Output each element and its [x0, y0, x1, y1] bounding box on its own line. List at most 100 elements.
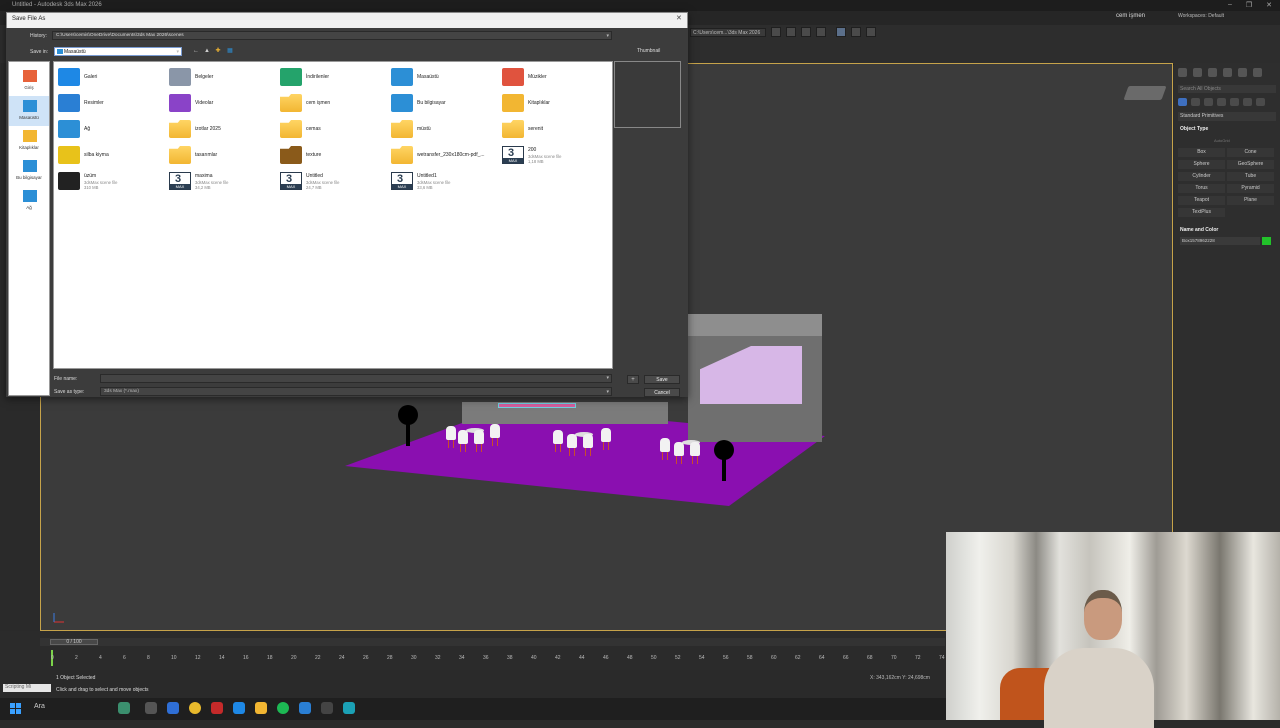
- file-item[interactable]: serenit: [500, 118, 610, 140]
- spacewarps-icon[interactable]: [1243, 98, 1252, 106]
- place-computer[interactable]: Bu bilgisayar: [9, 156, 49, 186]
- cancel-button[interactable]: Cancel: [644, 388, 680, 397]
- place-network[interactable]: Ağ: [9, 186, 49, 216]
- motion-tab-icon[interactable]: [1223, 68, 1232, 77]
- shapes-icon[interactable]: [1191, 98, 1200, 106]
- file-item[interactable]: müstü: [389, 118, 499, 140]
- file-item[interactable]: Untitled13dsMax scene file33,6 MB: [389, 170, 499, 192]
- name-color-rollout[interactable]: Name and Color: [1180, 227, 1218, 233]
- object-name-input[interactable]: Box1578962228: [1180, 237, 1260, 245]
- close-app-button[interactable]: ✕: [1266, 1, 1272, 9]
- toolbar-move-icon[interactable]: [851, 27, 861, 37]
- place-libraries[interactable]: Kitaplıklar: [9, 126, 49, 156]
- autogrid-checkbox[interactable]: AutoGrid: [1214, 138, 1230, 143]
- file-item[interactable]: Resimler: [56, 92, 166, 114]
- file-item[interactable]: texture: [278, 144, 388, 166]
- new-folder-icon[interactable]: ✚: [214, 48, 222, 55]
- save-in-dropdown[interactable]: Masaüstü ▾: [54, 47, 182, 56]
- taskbar-settings-icon[interactable]: [321, 702, 333, 714]
- place-desktop[interactable]: Masaüstü: [9, 96, 49, 126]
- file-item[interactable]: Videolar: [167, 92, 277, 114]
- toolbar-redo-icon[interactable]: [786, 27, 796, 37]
- file-item[interactable]: izotlar 2025: [167, 118, 277, 140]
- maximize-button[interactable]: ❐: [1246, 1, 1252, 9]
- file-item[interactable]: Kitaplıklar: [500, 92, 610, 114]
- file-item[interactable]: Galeri: [56, 66, 166, 88]
- file-item[interactable]: Untitled3dsMax scene file24,7 MB: [278, 170, 388, 192]
- box-button[interactable]: Box: [1178, 148, 1225, 157]
- cylinder-button[interactable]: Cylinder: [1178, 172, 1225, 181]
- utilities-tab-icon[interactable]: [1253, 68, 1262, 77]
- taskbar-taskview-icon[interactable]: [145, 702, 157, 714]
- toolbar-unlink-icon[interactable]: [816, 27, 826, 37]
- helpers-icon[interactable]: [1230, 98, 1239, 106]
- sphere-button[interactable]: Sphere: [1178, 160, 1225, 169]
- torus-button[interactable]: Torus: [1178, 184, 1225, 193]
- file-item[interactable]: maxima3dsMax scene file34,2 MB: [167, 170, 277, 192]
- taskbar-widgets-icon[interactable]: [118, 702, 130, 714]
- increment-filename-button[interactable]: +: [627, 375, 639, 384]
- display-tab-icon[interactable]: [1238, 68, 1247, 77]
- file-item[interactable]: İndirilenler: [278, 66, 388, 88]
- taskbar-search[interactable]: Ara: [34, 703, 45, 710]
- cone-button[interactable]: Cone: [1227, 148, 1274, 157]
- taskbar-opera-icon[interactable]: [211, 702, 223, 714]
- file-list[interactable]: Galeri Belgeler İndirilenler Masaüstü Müzikl…: [53, 61, 613, 369]
- modify-tab-icon[interactable]: [1193, 68, 1202, 77]
- tube-button[interactable]: Tube: [1227, 172, 1274, 181]
- create-tab-icon[interactable]: [1178, 68, 1187, 77]
- save-as-type-select[interactable]: 3ds Max (*.max) ▾: [100, 387, 612, 396]
- file-item[interactable]: cemas: [278, 118, 388, 140]
- toolbar-link-icon[interactable]: [801, 27, 811, 37]
- primitive-category-select[interactable]: Standard Primitives: [1178, 112, 1276, 121]
- geosphere-button[interactable]: GeoSphere: [1227, 160, 1274, 169]
- textplus-button[interactable]: TextPlus: [1178, 208, 1225, 217]
- place-home[interactable]: Giriş: [9, 66, 49, 96]
- back-arrow-icon[interactable]: ←: [192, 48, 200, 55]
- file-item[interactable]: Müzikler: [500, 66, 610, 88]
- file-item[interactable]: 2003dsMax scene file1,18 MB: [500, 144, 610, 166]
- file-item[interactable]: cem işmen: [278, 92, 388, 114]
- toolbar-select-icon[interactable]: [836, 27, 846, 37]
- pyramid-button[interactable]: Pyramid: [1227, 184, 1274, 193]
- viewcube-icon[interactable]: [1123, 86, 1167, 100]
- teapot-button[interactable]: Teapot: [1178, 196, 1225, 205]
- taskbar-telegram-icon[interactable]: [299, 702, 311, 714]
- file-item[interactable]: Belgeler: [167, 66, 277, 88]
- hierarchy-tab-icon[interactable]: [1208, 68, 1217, 77]
- taskbar-explorer-icon[interactable]: [255, 702, 267, 714]
- windows-start-icon[interactable]: [10, 703, 21, 714]
- time-slider-track[interactable]: [40, 638, 945, 646]
- up-folder-icon[interactable]: ▲: [203, 48, 211, 55]
- file-item[interactable]: wetransfer_230x180cm-pdf_...: [389, 144, 499, 166]
- taskbar-chrome-icon[interactable]: [189, 702, 201, 714]
- toolbar-rotate-icon[interactable]: [866, 27, 876, 37]
- cameras-icon[interactable]: [1217, 98, 1226, 106]
- file-item[interactable]: tasarımlar: [167, 144, 277, 166]
- taskbar-3dsmax-icon[interactable]: [343, 702, 355, 714]
- taskbar-app-icon[interactable]: [233, 702, 245, 714]
- plane-button[interactable]: Plane: [1227, 196, 1274, 205]
- object-type-rollout[interactable]: Object Type: [1180, 126, 1208, 132]
- user-account[interactable]: cem işmen: [1116, 13, 1145, 19]
- time-slider-thumb[interactable]: 0 / 100: [50, 639, 98, 645]
- lights-icon[interactable]: [1204, 98, 1213, 106]
- object-search-input[interactable]: Search All Objects: [1178, 85, 1276, 93]
- minimize-button[interactable]: –: [1228, 1, 1232, 9]
- toolbar-undo-icon[interactable]: [771, 27, 781, 37]
- taskbar-spotify-icon[interactable]: [277, 702, 289, 714]
- file-item[interactable]: silba kiyma: [56, 144, 166, 166]
- file-item[interactable]: Ağ: [56, 118, 166, 140]
- view-menu-icon[interactable]: ▦: [226, 48, 234, 55]
- taskbar-edge-icon[interactable]: [167, 702, 179, 714]
- project-path-field[interactable]: C:\Users\cem...\3ds Max 2026: [690, 28, 766, 37]
- maxscript-listener[interactable]: Scripting Mi: [3, 684, 51, 692]
- object-color-swatch[interactable]: [1262, 237, 1271, 245]
- save-button[interactable]: Save: [644, 375, 680, 384]
- file-item[interactable]: üzüm 3dsMax scene file 310 MB: [56, 170, 166, 192]
- geometry-icon[interactable]: [1178, 98, 1187, 106]
- file-item[interactable]: Bu bilgisayar: [389, 92, 499, 114]
- history-dropdown[interactable]: C:\Users\cemis\OneDrive\Documents\3ds Ma…: [52, 31, 612, 40]
- file-name-input[interactable]: ▾: [100, 374, 612, 383]
- dialog-close-icon[interactable]: ✕: [676, 14, 682, 22]
